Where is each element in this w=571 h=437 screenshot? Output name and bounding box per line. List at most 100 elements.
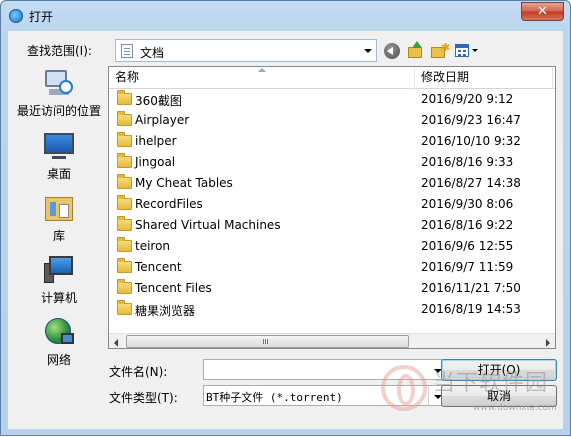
documents-icon bbox=[121, 44, 133, 58]
app-icon bbox=[9, 9, 23, 23]
file-date: 2016/10/10 9:32 bbox=[421, 134, 521, 148]
cancel-button[interactable]: 取消 bbox=[441, 385, 557, 407]
file-date: 2016/8/16 9:22 bbox=[421, 218, 514, 232]
recent-places-icon bbox=[43, 68, 75, 98]
filetype-value: BT种子文件 (*.torrent) bbox=[206, 391, 343, 404]
up-folder-icon[interactable] bbox=[406, 41, 426, 61]
scroll-left-icon[interactable] bbox=[114, 339, 118, 347]
file-date: 2016/11/21 7:50 bbox=[421, 281, 521, 295]
file-type: 文 bbox=[555, 176, 556, 193]
file-type: 文 bbox=[555, 92, 556, 109]
table-row[interactable]: Tencent Files 2016/11/21 7:50 文 bbox=[109, 278, 556, 299]
dialog-body: 查找范围(I): 文档 ✱ 最近访问的位置 桌面 库 计算机 网络 名称 修改日… bbox=[8, 31, 563, 429]
folder-icon bbox=[117, 174, 132, 189]
folder-icon bbox=[117, 237, 132, 252]
table-row[interactable]: Jingoal 2016/8/16 9:33 文 bbox=[109, 152, 556, 173]
filetype-dropdown[interactable]: BT种子文件 (*.torrent) bbox=[203, 385, 447, 406]
file-name: My Cheat Tables bbox=[135, 176, 233, 190]
open-button[interactable]: 打开(O) bbox=[441, 359, 557, 381]
file-type: 文 bbox=[555, 260, 556, 277]
place-desktop[interactable]: 桌面 bbox=[12, 129, 106, 187]
file-name: Tencent Files bbox=[135, 281, 212, 295]
file-rows: 360截图 2016/9/20 9:12 文 Airplayer 2016/9/23 1… bbox=[109, 89, 556, 320]
folder-icon bbox=[117, 90, 132, 105]
table-row[interactable]: teiron 2016/9/6 12:55 文 bbox=[109, 236, 555, 257]
file-date: 2016/9/7 11:59 bbox=[421, 260, 514, 274]
table-row[interactable]: ihelper 2016/10/10 9:32 文 bbox=[109, 131, 556, 152]
network-icon bbox=[43, 317, 75, 347]
table-row[interactable]: Tencent 2016/9/7 11:59 文 bbox=[109, 257, 556, 278]
file-name: Airplayer bbox=[135, 113, 190, 127]
column-header-date[interactable]: 修改日期 bbox=[415, 67, 553, 89]
look-in-value: 文档 bbox=[140, 46, 165, 60]
file-name: Tencent bbox=[135, 260, 182, 274]
filetype-label: 文件类型(T): bbox=[109, 391, 178, 405]
file-date: 2016/9/23 16:47 bbox=[421, 113, 521, 127]
view-menu-icon[interactable] bbox=[454, 41, 480, 61]
folder-icon bbox=[117, 258, 132, 273]
file-name: 360截图 bbox=[135, 94, 182, 108]
folder-icon bbox=[117, 300, 132, 315]
close-icon: ✕ bbox=[537, 4, 548, 19]
file-list-header: 名称 修改日期 ≣ bbox=[109, 67, 555, 89]
table-row[interactable]: Shared Virtual Machines 2016/8/16 9:22 文 bbox=[109, 215, 556, 236]
horizontal-scrollbar[interactable] bbox=[109, 333, 555, 348]
look-in-dropdown[interactable]: 文档 bbox=[115, 39, 377, 62]
file-name: Jingoal bbox=[135, 155, 176, 169]
file-type: 文 bbox=[555, 155, 556, 172]
file-date: 2016/9/6 12:55 bbox=[421, 239, 514, 253]
file-date: 2016/9/20 9:12 bbox=[421, 92, 514, 106]
place-label: 计算机 bbox=[40, 291, 77, 305]
folder-icon bbox=[117, 279, 132, 294]
folder-icon bbox=[117, 216, 132, 231]
folder-icon bbox=[117, 132, 132, 147]
filename-label: 文件名(N): bbox=[109, 365, 168, 379]
file-type: 文 bbox=[555, 197, 556, 214]
chevron-down-icon[interactable] bbox=[364, 49, 372, 53]
file-date: 2016/9/30 8:06 bbox=[421, 197, 514, 211]
table-row[interactable]: My Cheat Tables 2016/8/27 14:38 文 bbox=[109, 173, 556, 194]
scrollbar-thumb[interactable] bbox=[126, 335, 409, 348]
folder-icon bbox=[117, 111, 132, 126]
table-row[interactable]: 糖果浏览器 2016/8/19 14:53 文 bbox=[109, 299, 555, 320]
new-folder-icon[interactable]: ✱ bbox=[430, 41, 450, 61]
file-type: 文 bbox=[555, 281, 556, 298]
place-computer[interactable]: 计算机 bbox=[12, 253, 106, 311]
place-recent[interactable]: 最近访问的位置 bbox=[12, 66, 106, 124]
libraries-icon bbox=[43, 193, 75, 223]
folder-icon bbox=[117, 153, 132, 168]
file-type: 文 bbox=[555, 113, 556, 130]
dialog-title: 打开 bbox=[29, 10, 54, 24]
open-file-dialog: 打开 ✕ 查找范围(I): 文档 ✱ 最近访问的位置 桌面 库 计算机 网络 名… bbox=[0, 0, 571, 436]
place-libraries[interactable]: 库 bbox=[12, 191, 106, 249]
look-in-label: 查找范围(I): bbox=[27, 44, 92, 58]
column-header-name[interactable]: 名称 bbox=[109, 67, 415, 89]
file-type: 文 bbox=[555, 134, 556, 151]
close-button[interactable]: ✕ bbox=[521, 2, 564, 21]
back-icon[interactable] bbox=[384, 43, 400, 59]
scroll-right-icon[interactable] bbox=[546, 339, 550, 347]
file-date: 2016/8/19 14:53 bbox=[421, 302, 521, 316]
desktop-icon bbox=[43, 131, 75, 161]
place-label: 最近访问的位置 bbox=[16, 104, 101, 118]
file-list[interactable]: 名称 修改日期 ≣ 360截图 2016/9/20 9:12 文 Airplayer 2… bbox=[108, 66, 556, 349]
file-name: teiron bbox=[135, 239, 171, 253]
computer-icon bbox=[43, 255, 75, 285]
folder-icon bbox=[117, 195, 132, 210]
place-label: 桌面 bbox=[46, 167, 71, 181]
title-bar[interactable]: 打开 ✕ bbox=[1, 1, 570, 31]
file-date: 2016/8/16 9:33 bbox=[421, 155, 514, 169]
places-bar: 最近访问的位置 桌面 库 计算机 网络 bbox=[12, 66, 106, 367]
file-name: ihelper bbox=[135, 134, 177, 148]
place-label: 网络 bbox=[46, 353, 71, 367]
place-label: 库 bbox=[52, 229, 65, 243]
table-row[interactable]: Airplayer 2016/9/23 16:47 文 bbox=[109, 110, 556, 131]
column-header-type[interactable]: ≣ bbox=[553, 67, 555, 89]
file-name: Shared Virtual Machines bbox=[135, 218, 281, 232]
place-network[interactable]: 网络 bbox=[12, 315, 106, 373]
file-date: 2016/8/27 14:38 bbox=[421, 176, 521, 190]
filename-input[interactable] bbox=[203, 359, 447, 380]
table-row[interactable]: 360截图 2016/9/20 9:12 文 bbox=[109, 89, 556, 110]
file-type: 文 bbox=[555, 218, 556, 235]
table-row[interactable]: RecordFiles 2016/9/30 8:06 文 bbox=[109, 194, 556, 215]
